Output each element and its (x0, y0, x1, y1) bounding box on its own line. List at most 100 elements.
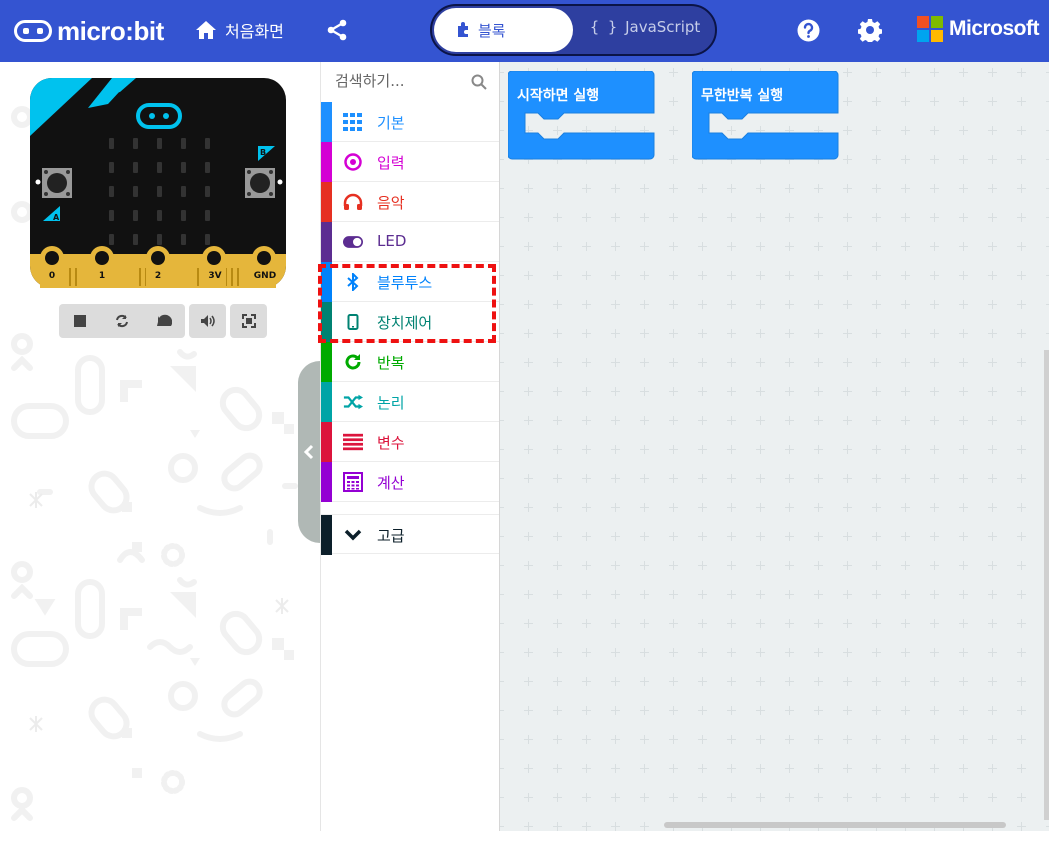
category-label: 기본 (377, 114, 405, 132)
mute-button[interactable] (189, 304, 226, 338)
category-label: 변수 (377, 434, 405, 452)
simulator-panel: A B 0 1 2 3V GND (0, 62, 320, 831)
microbit-board[interactable]: A B 0 1 2 3V GND (30, 78, 286, 288)
button-a-label: A (53, 213, 60, 222)
category-label: 블루투스 (377, 274, 433, 292)
settings-button[interactable] (857, 18, 883, 46)
javascript-tab[interactable]: { } JavaScript (590, 18, 700, 36)
braces-icon: { } (590, 18, 618, 36)
category-color-bar (321, 382, 332, 422)
fullscreen-icon (241, 314, 256, 328)
category-color-bar (321, 302, 332, 342)
category-bluetooth[interactable]: 블루투스 (321, 262, 499, 302)
help-button[interactable] (797, 19, 820, 46)
gear-icon (857, 19, 883, 44)
category-music[interactable]: 음악 (321, 182, 499, 222)
category-input[interactable]: 입력 (321, 142, 499, 182)
forever-block[interactable]: 무한반복 실행 (691, 70, 840, 171)
category-color-bar (321, 102, 332, 142)
microsoft-label: Microsoft (949, 17, 1040, 40)
button-b-label: B (260, 148, 266, 157)
phone-icon (343, 312, 363, 332)
share-icon (327, 19, 347, 41)
grid-icon (343, 112, 363, 132)
restart-button[interactable] (101, 304, 143, 338)
lines-icon (343, 432, 363, 452)
home-icon (196, 21, 216, 39)
category-logic[interactable]: 논리 (321, 382, 499, 422)
category-color-bar (321, 462, 332, 502)
pin-gnd-label: GND (254, 271, 276, 281)
toolbox-search (321, 62, 499, 102)
category-color-bar (321, 342, 332, 382)
bottom-strip (0, 831, 1049, 842)
bluetooth-icon (343, 272, 363, 292)
category-label: 입력 (377, 154, 405, 172)
workspace-grid (500, 62, 1049, 831)
category-label: 장치제어 (377, 314, 433, 332)
collapse-simulator-button[interactable] (298, 361, 320, 543)
blocks-workspace[interactable]: 시작하면 실행 무한반복 실행 (500, 62, 1049, 831)
category-color-bar (321, 142, 332, 182)
microsoft-icon (917, 16, 943, 42)
pin-3v-label: 3V (208, 271, 221, 281)
stop-button[interactable] (59, 304, 101, 338)
toggle-icon (343, 232, 363, 252)
category-label: 고급 (377, 527, 405, 545)
category-led[interactable]: LED (321, 222, 499, 262)
slow-motion-icon (157, 314, 172, 326)
category-color-bar (321, 422, 332, 462)
brand-name: micro:bit (57, 15, 164, 46)
category-label: LED (377, 232, 407, 250)
pin-2-label: 2 (155, 271, 161, 281)
search-input[interactable] (335, 72, 465, 90)
help-icon (797, 19, 820, 42)
home-button[interactable]: 처음화면 (195, 17, 284, 43)
category-variables[interactable]: 변수 (321, 422, 499, 462)
category-advanced[interactable]: 고급 (321, 514, 499, 555)
category-label: 논리 (377, 394, 405, 412)
pin-0-label: 0 (49, 271, 55, 281)
category-color-bar (321, 262, 332, 302)
editor-toggle: 블록 { } JavaScript (430, 4, 717, 56)
toolbox: 기본 입력 음악 LED 블루투스 장치제어 (320, 62, 500, 831)
workspace-vertical-scrollbar[interactable] (1044, 350, 1049, 820)
top-bar: micro:bit 처음화면 블록 { } JavaScript Microso… (0, 0, 1049, 62)
category-color-bar (321, 182, 332, 222)
slow-motion-button[interactable] (143, 304, 185, 338)
category-label: 음악 (377, 194, 405, 212)
workspace-horizontal-scrollbar[interactable] (664, 822, 1006, 828)
category-basic[interactable]: 기본 (321, 102, 499, 142)
category-label: 계산 (377, 474, 405, 492)
on-start-label: 시작하면 실행 (517, 88, 600, 104)
refresh-icon (343, 352, 363, 372)
chevron-left-icon (304, 444, 314, 460)
on-start-block[interactable]: 시작하면 실행 (507, 70, 656, 171)
category-loops[interactable]: 반복 (321, 342, 499, 382)
home-label: 처음화면 (225, 22, 284, 41)
category-color-bar (321, 515, 332, 555)
blocks-tab[interactable]: 블록 (434, 8, 573, 52)
stop-icon (74, 315, 86, 327)
category-devices[interactable]: 장치제어 (321, 302, 499, 342)
puzzle-icon (458, 22, 468, 37)
microbit-icon (14, 20, 52, 42)
simulator-controls (59, 304, 267, 338)
microsoft-logo[interactable]: Microsoft (917, 16, 1040, 42)
category-label: 반복 (377, 354, 405, 372)
share-button[interactable] (325, 18, 349, 46)
blocks-label: 블록 (478, 21, 506, 40)
forever-label: 무한반복 실행 (701, 88, 784, 104)
category-math[interactable]: 계산 (321, 462, 499, 502)
headphones-icon (343, 192, 363, 212)
restart-icon (116, 314, 128, 328)
search-icon (471, 74, 487, 90)
pin-1-label: 1 (99, 271, 105, 281)
fullscreen-button[interactable] (230, 304, 267, 338)
microbit-logo[interactable]: micro:bit (14, 14, 164, 48)
mute-icon (200, 315, 215, 327)
target-icon (343, 152, 363, 172)
category-color-bar (321, 222, 332, 262)
javascript-label: JavaScript (625, 18, 701, 36)
shuffle-icon (343, 392, 363, 412)
